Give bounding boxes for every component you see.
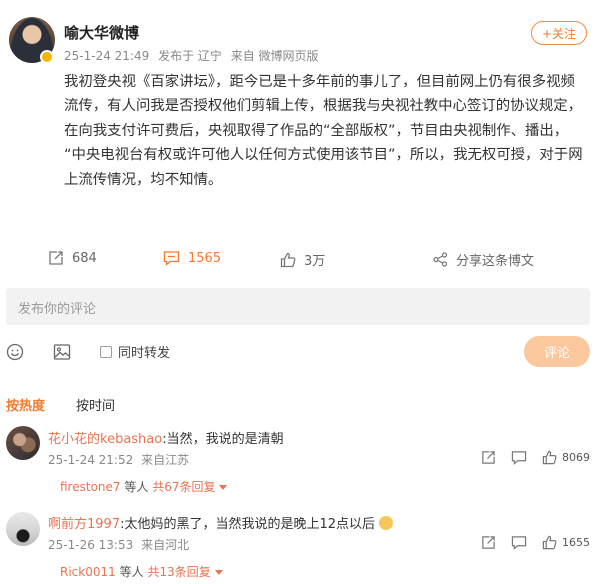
caret-down-icon — [214, 570, 223, 575]
repost-icon — [482, 451, 495, 464]
caret-down-icon — [219, 485, 228, 490]
comment-timestamp: 25-1-24 21:52 — [48, 453, 134, 467]
comment-replies[interactable]: firestone7 等人 共67条回复 — [60, 478, 228, 495]
reply-user[interactable]: firestone7 — [60, 480, 121, 494]
comment-like-count: 8069 — [562, 451, 590, 464]
comment-text: :太他妈的黑了，当然我说的是晚上12点以后 — [120, 517, 376, 532]
comment-avatar[interactable] — [6, 426, 40, 460]
comment-text: :当然，我说的是清朝 — [162, 432, 284, 447]
repost-icon — [49, 251, 63, 265]
comment-reply-button[interactable] — [511, 450, 527, 465]
repost-checkbox[interactable] — [100, 345, 112, 358]
follow-button[interactable]: +关注 — [531, 21, 587, 45]
comment-avatar[interactable] — [6, 512, 40, 546]
post-text-line: 上流传情况，均不知情。 — [64, 171, 223, 188]
post-timestamp[interactable]: 25-1-24 21:49 — [64, 49, 149, 63]
emoji-icon[interactable] — [6, 343, 24, 361]
comment-like-count: 1655 — [562, 536, 590, 549]
post-text: 我初登央视《百家讲坛》，距今已是十多年前的事儿了，但目前网上仍有很多视频 流传，… — [64, 70, 590, 192]
comment-content: 花小花的kebashao:当然，我说的是清朝 — [48, 428, 284, 447]
like-icon — [280, 252, 296, 267]
comment-timestamp: 25-1-26 13:53 — [48, 538, 134, 552]
submit-comment-button[interactable]: 评论 — [524, 336, 590, 367]
comment-count: 1565 — [188, 250, 222, 266]
tab-sort-hot[interactable]: 按热度 — [6, 395, 45, 414]
reply-count-link[interactable]: 共13条回复 — [147, 565, 210, 579]
reply-user[interactable]: Rick0011 — [60, 565, 116, 579]
reply-mid: 等人 — [124, 480, 149, 494]
reply-icon — [511, 451, 527, 465]
comment-repost-button[interactable] — [481, 450, 496, 465]
image-icon[interactable] — [53, 343, 71, 361]
repost-icon — [482, 536, 495, 549]
comment-like-button[interactable]: 8069 — [542, 450, 590, 465]
reply-count-link[interactable]: 共67条回复 — [152, 480, 215, 494]
reply-icon — [511, 536, 527, 550]
comment-user[interactable]: 花小花的kebashao — [48, 432, 162, 447]
like-icon — [542, 450, 557, 465]
post-text-line: “中央电视台有权或许可他人以任何方式使用该节目”，所以，我无权可授，对于网 — [64, 147, 583, 164]
repost-action[interactable]: 684 — [48, 250, 97, 266]
comment-icon — [163, 251, 180, 266]
like-action[interactable]: 3万 — [280, 250, 325, 269]
post-text-line: 我初登央视《百家讲坛》，距今已是十多年前的事儿了，但目前网上仍有很多视频 — [64, 74, 575, 90]
like-icon — [542, 535, 557, 550]
share-action[interactable]: 分享这条博文 — [433, 250, 534, 269]
post-meta: 25-1-24 21:49 发布于 辽宁 来自 微博网页版 — [64, 47, 324, 64]
comment-reply-button[interactable] — [511, 535, 527, 550]
post-location: 发布于 辽宁 — [158, 49, 222, 63]
comment-content: 啊前方1997:太他妈的黑了，当然我说的是晚上12点以后 — [48, 513, 394, 532]
post-text-line: 在向我支付许可费后，央视取得了作品的“全部版权”，节目由央视制作、播出， — [64, 122, 569, 139]
verified-badge-icon — [40, 50, 54, 64]
comment-replies[interactable]: Rick0011 等人 共13条回复 — [60, 563, 223, 580]
comment-user[interactable]: 啊前方1997 — [48, 517, 120, 532]
like-count: 3万 — [304, 254, 326, 269]
comment-action[interactable]: 1565 — [163, 250, 221, 266]
tab-sort-time[interactable]: 按时间 — [76, 395, 115, 414]
share-label: 分享这条博文 — [456, 254, 535, 269]
comment-meta: 25-1-26 13:53 来自河北 — [48, 536, 189, 553]
comment-input[interactable]: 发布你的评论 — [6, 288, 590, 325]
repost-count: 684 — [72, 250, 97, 266]
repost-toggle[interactable]: 同时转发 — [100, 342, 170, 361]
comment-repost-button[interactable] — [481, 535, 496, 550]
comment-meta: 25-1-24 21:52 来自江苏 — [48, 451, 189, 468]
share-icon — [433, 252, 448, 267]
post-text-line: 流传，有人问我是否授权他们剪辑上传，根据我与央视社教中心签订的协议规定， — [64, 98, 583, 115]
comment-location: 来自河北 — [141, 538, 190, 552]
author-name[interactable]: 喻大华微博 — [64, 22, 139, 43]
post-source: 来自 微博网页版 — [230, 49, 319, 63]
emoji-face-icon — [379, 516, 394, 530]
comment-location: 来自江苏 — [141, 453, 190, 467]
reply-mid: 等人 — [119, 565, 144, 579]
comment-like-button[interactable]: 1655 — [542, 535, 590, 550]
repost-toggle-label: 同时转发 — [118, 346, 171, 361]
